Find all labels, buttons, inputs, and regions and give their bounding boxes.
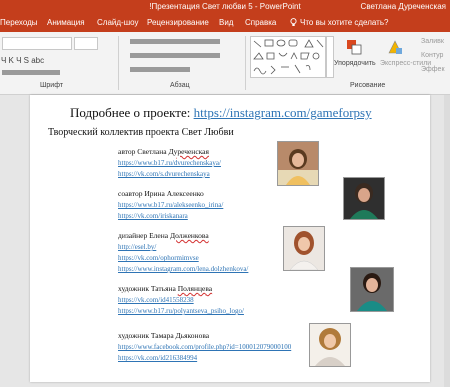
author-role: художник Тамара Дьяконова bbox=[118, 331, 210, 340]
author-name: соавтор Ирина Алексеенко bbox=[118, 189, 204, 198]
shape-fill-button[interactable]: Заливк bbox=[421, 38, 444, 45]
author-link[interactable]: https://vk.com/iriskanara bbox=[118, 212, 188, 220]
ribbon: Ч K Ч S abc Шрифт Абзац Упорядочить Эксп… bbox=[0, 32, 450, 95]
shapes-gallery-scroll[interactable] bbox=[326, 36, 334, 78]
author-photo bbox=[277, 141, 319, 186]
author-surname: Долженкова bbox=[169, 231, 209, 240]
author-photo bbox=[343, 177, 385, 220]
shape-effects-button[interactable]: Эффек bbox=[421, 66, 445, 73]
author-photo bbox=[283, 226, 325, 271]
tab-transitions[interactable]: Переходы bbox=[0, 18, 38, 27]
ribbon-divider bbox=[245, 36, 246, 90]
font-color-controls[interactable] bbox=[2, 70, 60, 75]
font-format-buttons[interactable]: Ч K Ч S abc bbox=[1, 56, 44, 65]
ribbon-tabs: Переходы Анимация Слайд-шоу Рецензирован… bbox=[0, 14, 450, 32]
text-direction-controls[interactable] bbox=[130, 67, 190, 72]
tab-animations[interactable]: Анимация bbox=[47, 18, 85, 27]
slide-headline[interactable]: Подробнее о проекте: https://instagram.c… bbox=[70, 105, 372, 121]
shapes-icon bbox=[253, 39, 324, 75]
slide-canvas[interactable]: Подробнее о проекте: https://instagram.c… bbox=[30, 95, 430, 382]
author-photo bbox=[350, 267, 394, 312]
drawing-group-label: Рисование bbox=[350, 82, 386, 89]
tab-slideshow[interactable]: Слайд-шоу bbox=[97, 18, 138, 27]
author-role: автор Светлана bbox=[118, 147, 169, 156]
author-name: дизайнер Елена Долженкова bbox=[118, 231, 209, 240]
author-name: художник Тамара Дьяконова bbox=[118, 331, 209, 340]
arrange-icon[interactable] bbox=[345, 38, 363, 56]
tell-me-label: Что вы хотите сделать? bbox=[300, 18, 389, 27]
author-name: художник Татьяна Полянцева bbox=[118, 284, 212, 293]
author-role: соавтор Ирина Алексеенко bbox=[118, 189, 204, 198]
arrange-button[interactable]: Упорядочить bbox=[334, 60, 376, 67]
author-surname: Дуреченская bbox=[168, 147, 209, 156]
author-name: автор Светлана Дуреченская bbox=[118, 147, 209, 156]
vertical-scrollbar[interactable] bbox=[444, 95, 450, 387]
tab-view[interactable]: Вид bbox=[219, 18, 233, 27]
author-link[interactable]: https://vk.com/ophormimvse bbox=[118, 254, 199, 262]
list-controls[interactable] bbox=[130, 39, 220, 44]
author-link[interactable]: http://esel.by/ bbox=[118, 243, 156, 251]
paragraph-group-label: Абзац bbox=[170, 82, 190, 89]
quick-styles-icon[interactable] bbox=[386, 38, 404, 56]
lightbulb-icon bbox=[290, 18, 297, 26]
font-name-box[interactable] bbox=[2, 37, 72, 50]
tab-help[interactable]: Справка bbox=[245, 18, 276, 27]
shapes-gallery[interactable] bbox=[250, 36, 326, 78]
user-name[interactable]: Светлана Дуреченская bbox=[361, 2, 446, 11]
font-group-label: Шрифт bbox=[40, 82, 64, 89]
author-link[interactable]: https://vk.com/id216384994 bbox=[118, 354, 197, 362]
title-bar: !Презентация Свет любви 5 - PowerPoint С… bbox=[0, 0, 450, 14]
author-link[interactable]: https://www.b17.ru/polyantseva_psiho_log… bbox=[118, 307, 244, 315]
shape-outline-button[interactable]: Контур bbox=[421, 52, 443, 59]
author-link[interactable]: https://vk.com/s.dvurechenskaya bbox=[118, 170, 210, 178]
author-photo bbox=[309, 323, 351, 367]
author-link[interactable]: https://vk.com/id41558238 bbox=[118, 296, 194, 304]
slide-subtitle[interactable]: Творческий коллектив проекта Свет Любви bbox=[48, 127, 234, 138]
author-link[interactable]: https://www.b17.ru/dvurechenskaya/ bbox=[118, 159, 221, 167]
author-link[interactable]: https://www.facebook.com/profile.php?id=… bbox=[118, 343, 291, 351]
alignment-controls[interactable] bbox=[130, 53, 220, 58]
author-role: дизайнер Елена bbox=[118, 231, 170, 240]
font-size-box[interactable] bbox=[74, 37, 98, 50]
instagram-link[interactable]: https://instagram.com/gameforpsy bbox=[194, 105, 372, 120]
tell-me-box[interactable]: Что вы хотите сделать? bbox=[290, 18, 388, 27]
tab-review[interactable]: Рецензирование bbox=[147, 18, 209, 27]
author-link[interactable]: https://www.instagram.com/lena.dolzhenko… bbox=[118, 265, 248, 273]
ribbon-divider bbox=[118, 36, 119, 90]
headline-text: Подробнее о проекте: bbox=[70, 105, 194, 120]
author-link[interactable]: https://www.b17.ru/alekseenko_irina/ bbox=[118, 201, 223, 209]
slide-editing-area: Подробнее о проекте: https://instagram.c… bbox=[0, 95, 450, 387]
author-surname: Полянцева bbox=[177, 284, 213, 293]
author-role: художник Татьяна bbox=[118, 284, 178, 293]
